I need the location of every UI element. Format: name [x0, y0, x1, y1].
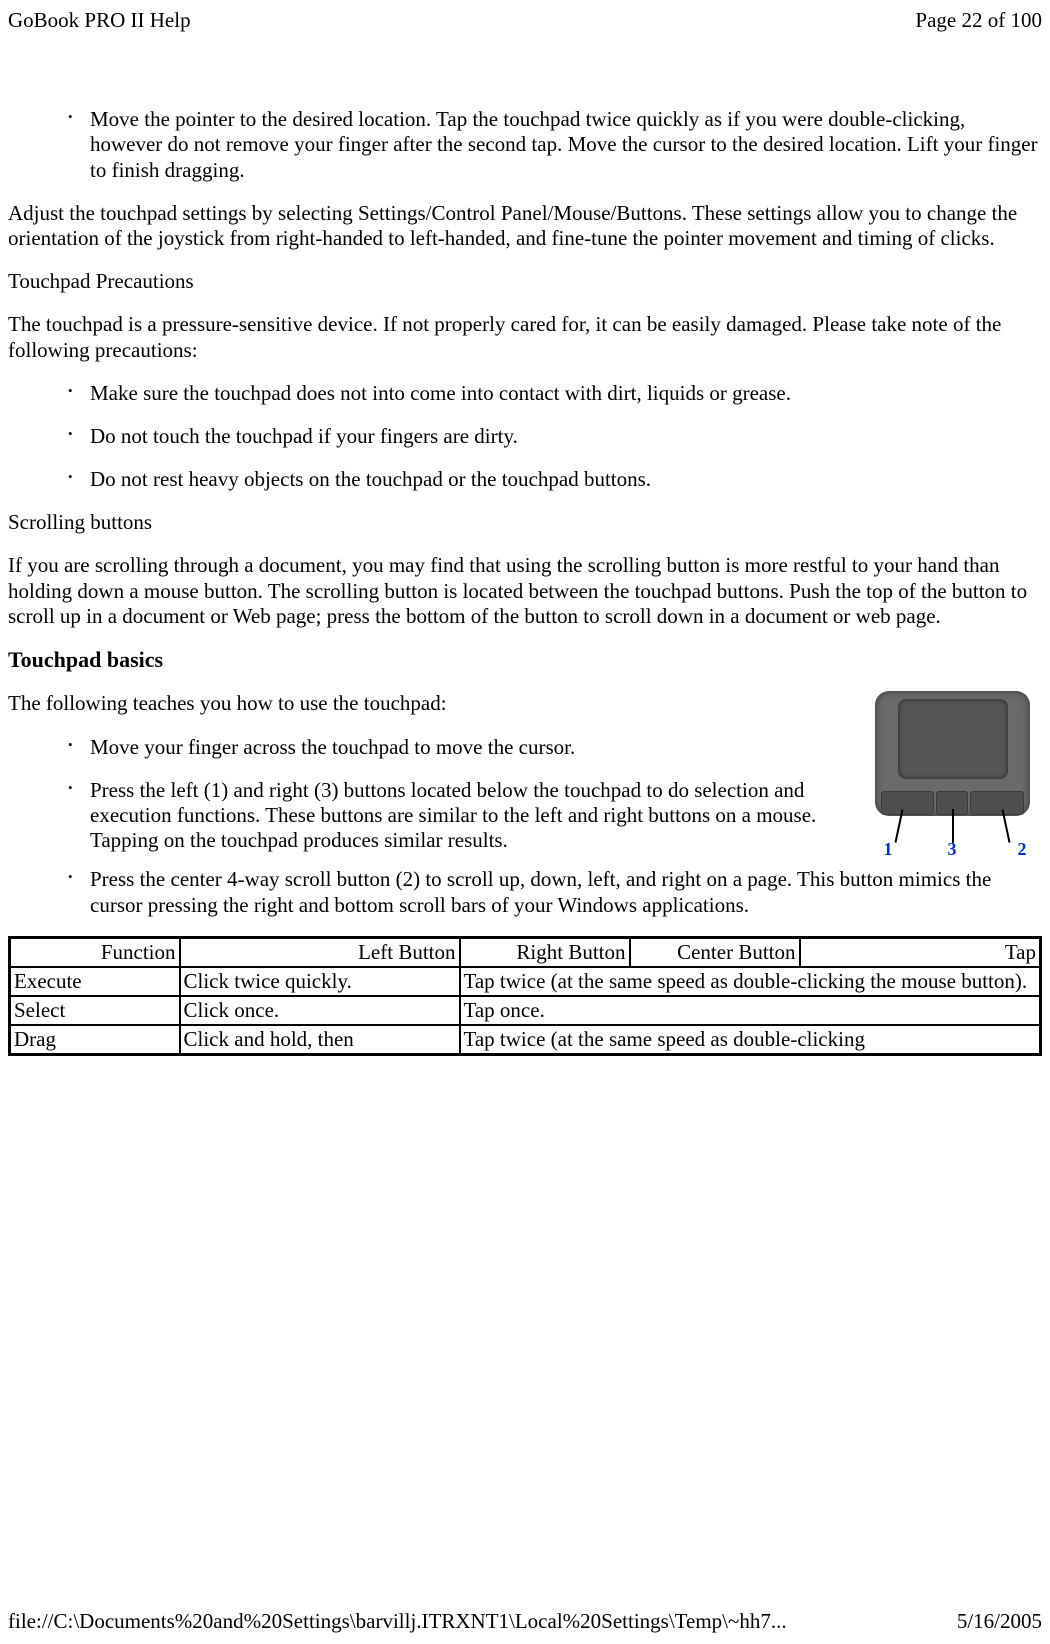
- cell-function: Select: [10, 996, 180, 1025]
- page-title: GoBook PRO II Help: [8, 8, 191, 33]
- cell-left: Click twice quickly.: [180, 967, 460, 996]
- table-row: Drag Click and hold, then Tap twice (at …: [10, 1025, 1041, 1055]
- touchpad-functions-table: Function Left Button Right Button Center…: [8, 936, 1042, 1057]
- table-header-row: Function Left Button Right Button Center…: [10, 937, 1041, 967]
- basics-bullet: Press the left (1) and right (3) buttons…: [68, 778, 1042, 854]
- cell-function: Execute: [10, 967, 180, 996]
- precautions-heading: Touchpad Precautions: [8, 269, 1042, 294]
- instruction-bullet: Move the pointer to the desired location…: [68, 107, 1042, 183]
- footer-date: 5/16/2005: [957, 1609, 1042, 1634]
- basics-bullet: Move your finger across the touchpad to …: [68, 735, 1042, 760]
- scrolling-heading: Scrolling buttons: [8, 510, 1042, 535]
- cell-right: Tap once.: [460, 996, 1041, 1025]
- col-tap: Tap: [800, 937, 1041, 967]
- touchpad-basics-heading: Touchpad basics: [8, 647, 1042, 673]
- cell-right: Tap twice (at the same speed as double-c…: [460, 967, 1041, 996]
- precaution-item: Do not touch the touchpad if your finger…: [68, 424, 1042, 449]
- table-row: Execute Click twice quickly. Tap twice (…: [10, 967, 1041, 996]
- cell-function: Drag: [10, 1025, 180, 1055]
- scrolling-para: If you are scrolling through a document,…: [8, 553, 1042, 629]
- col-function: Function: [10, 937, 180, 967]
- col-right-button: Right Button: [460, 937, 630, 967]
- precaution-item: Make sure the touchpad does not into com…: [68, 381, 1042, 406]
- cell-left: Click once.: [180, 996, 460, 1025]
- cell-right: Tap twice (at the same speed as double-c…: [460, 1025, 1041, 1055]
- footer-path: file://C:\Documents%20and%20Settings\bar…: [8, 1609, 787, 1634]
- col-left-button: Left Button: [180, 937, 460, 967]
- page-number: Page 22 of 100: [915, 8, 1042, 33]
- precaution-item: Do not rest heavy objects on the touchpa…: [68, 467, 1042, 492]
- basics-bullet: Press the center 4-way scroll button (2)…: [68, 867, 1042, 917]
- settings-para: Adjust the touchpad settings by selectin…: [8, 201, 1042, 251]
- cell-left: Click and hold, then: [180, 1025, 460, 1055]
- table-row: Select Click once. Tap once.: [10, 996, 1041, 1025]
- col-center-button: Center Button: [630, 937, 800, 967]
- precautions-intro: The touchpad is a pressure-sensitive dev…: [8, 312, 1042, 362]
